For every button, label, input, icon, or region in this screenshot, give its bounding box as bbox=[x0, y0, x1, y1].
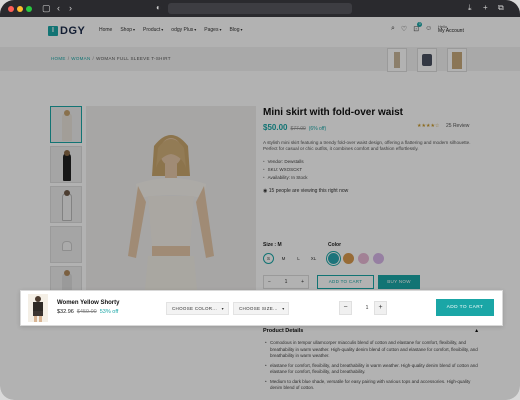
sticky-product-name: Women Yellow Shorty bbox=[57, 300, 120, 306]
sticky-decrease-quantity-button[interactable]: − bbox=[339, 301, 352, 315]
download-icon[interactable]: ⤓ bbox=[468, 3, 472, 13]
privacy-shield-icon[interactable]: ◐ bbox=[156, 3, 161, 13]
sticky-price: $32.96 bbox=[57, 309, 74, 315]
sticky-quantity-value[interactable]: 1 bbox=[360, 301, 374, 315]
choose-size-label: CHOOSE SIZE... bbox=[239, 306, 278, 311]
sticky-product-image bbox=[28, 294, 48, 322]
page-dim-overlay bbox=[0, 17, 520, 400]
maximize-window-button[interactable] bbox=[26, 6, 32, 12]
forward-icon[interactable]: › bbox=[69, 3, 72, 13]
sticky-add-to-cart-bar: Women Yellow Shorty $32.96 $459.00 53% o… bbox=[20, 290, 503, 326]
sticky-price-row: $32.96 $459.00 53% off bbox=[57, 309, 118, 315]
sticky-increase-quantity-button[interactable]: + bbox=[374, 301, 387, 315]
chevron-down-icon: ▾ bbox=[282, 306, 285, 311]
chevron-down-icon: ▾ bbox=[221, 306, 224, 311]
sticky-add-to-cart-button[interactable]: ADD TO CART bbox=[436, 299, 494, 316]
sidebar-toggle-icon[interactable]: ▢ bbox=[42, 3, 51, 13]
address-bar[interactable] bbox=[168, 3, 352, 14]
sticky-discount: 53% off bbox=[99, 309, 119, 315]
close-window-button[interactable] bbox=[8, 6, 14, 12]
choose-size-select[interactable]: CHOOSE SIZE... ▾ bbox=[233, 302, 289, 315]
browser-window: ▢ ‹ › ◐ ⤓ + ⧉ I DGY Home Shop▾ Product▾ … bbox=[0, 0, 520, 400]
back-icon[interactable]: ‹ bbox=[57, 3, 60, 13]
new-tab-icon[interactable]: + bbox=[483, 3, 488, 13]
choose-color-label: CHOOSE COLOR... bbox=[172, 306, 218, 311]
sticky-old-price: $459.00 bbox=[76, 309, 97, 315]
minimize-window-button[interactable] bbox=[17, 6, 23, 12]
tab-overview-icon[interactable]: ⧉ bbox=[498, 3, 504, 13]
browser-toolbar: ▢ ‹ › ◐ ⤓ + ⧉ bbox=[0, 0, 520, 17]
choose-color-select[interactable]: CHOOSE COLOR... ▾ bbox=[166, 302, 229, 315]
